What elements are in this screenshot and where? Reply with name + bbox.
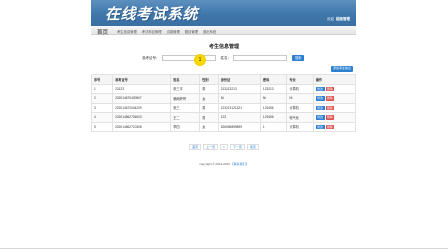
delete-button[interactable]: 删除	[325, 115, 335, 120]
cell-major: 计算机	[286, 102, 314, 113]
table-row: 4 202014662706003 王二 男 123 123456 电气化 修改…	[90, 112, 357, 123]
copyright-text: copyright © 2013-2019	[199, 162, 231, 166]
nav-home[interactable]: 首页	[97, 28, 108, 36]
nav-item-papers[interactable]: 试卷管理	[167, 29, 180, 34]
app-title: 在线考试系统	[105, 5, 199, 23]
cell-gender: 男	[199, 102, 219, 113]
col-header-major: 专业	[286, 74, 314, 85]
nav-item-students[interactable]: 考生信息管理	[117, 29, 137, 34]
cell-name: 张三	[170, 102, 201, 113]
table-header-row: 序号 准考证号 姓名 性别 身份证 密码 专业 操作	[90, 74, 357, 85]
delete-button[interactable]: 删除	[325, 86, 335, 91]
cell-exam-id: 202014670004209	[112, 102, 172, 113]
cell-exam-id: 23123	[112, 83, 172, 94]
col-header-id-card: 身份证	[217, 74, 261, 85]
cell-exam-id: 202014670430507	[112, 93, 172, 104]
pager-prev[interactable]: 上一页	[203, 144, 219, 150]
cell-actions: 修改 删除	[312, 93, 357, 104]
col-header-name: 姓名	[170, 74, 201, 85]
cell-index: 4	[90, 112, 114, 123]
edit-button[interactable]: 修改	[315, 86, 325, 91]
nav-item-logout[interactable]: 退出系统	[203, 29, 216, 34]
cell-id-card: 123	[217, 112, 261, 123]
edit-button[interactable]: 修改	[315, 105, 325, 110]
cell-actions: 修改 删除	[312, 83, 357, 94]
pager-current-page[interactable]: 1	[220, 144, 228, 150]
nav-item-questions[interactable]: 题目管理	[185, 29, 198, 34]
edit-button[interactable]: 修改	[315, 115, 325, 120]
cell-exam-id: 202014662710308	[112, 121, 172, 132]
cell-password: 123456	[259, 102, 288, 113]
name-label: 姓名：	[220, 55, 232, 60]
page-title: 考生信息管理	[208, 44, 239, 50]
pagination: 首页 上一页 1 下一页 尾页	[0, 144, 448, 150]
cell-index: 3	[90, 102, 114, 113]
delete-button[interactable]: 删除	[325, 96, 335, 101]
user-info: 欢迎 超级管理	[327, 17, 350, 22]
table-row: 1 23123 张三丰 男 213213213 123213 计算机 修改 删除	[90, 83, 357, 94]
cell-gender: 男	[199, 83, 219, 94]
cell-password: Ni	[259, 93, 288, 104]
cell-id-card: 213213213	[217, 83, 261, 94]
table-row: 2 202014670430507 赖雨婷哥 女 Ni Ni Ni 修改 删除	[90, 93, 357, 104]
cell-name: 李四	[170, 121, 201, 132]
col-header-exam-id: 准考证号	[112, 74, 172, 85]
col-header-actions: 操作	[312, 74, 357, 85]
add-student-button[interactable]: 添加考生信息	[331, 66, 354, 72]
contact-link[interactable]: 【联系我们】	[231, 162, 249, 166]
cell-id-card: Ni	[217, 93, 261, 104]
students-table: 序号 准考证号 姓名 性别 身份证 密码 专业 操作 1 23123 张三丰 男…	[90, 74, 357, 132]
user-name[interactable]: 超级管理	[336, 17, 350, 21]
cell-actions: 修改 删除	[312, 121, 357, 132]
bottom-divider	[0, 248, 448, 249]
edit-button[interactable]: 修改	[315, 96, 325, 101]
cell-exam-id: 202014662706003	[112, 112, 172, 123]
cell-major: 计算机	[286, 121, 314, 132]
nav-item-subjects[interactable]: 考试科目管理	[142, 29, 162, 34]
user-greeting: 欢迎	[327, 17, 334, 21]
click-indicator: 1	[194, 54, 206, 66]
cell-gender: 男	[199, 112, 219, 123]
cell-id-card: 123213121321	[217, 102, 261, 113]
cell-actions: 修改 删除	[312, 102, 357, 113]
main-nav: 首页 考生信息管理 考试科目管理 试卷管理 题目管理 退出系统	[91, 26, 356, 36]
search-button[interactable]: 搜索	[292, 55, 305, 61]
table-row: 3 202014670004209 张三 男 123213121321 1234…	[90, 102, 357, 113]
cell-name: 王二	[170, 112, 201, 123]
edit-button[interactable]: 修改	[315, 124, 325, 129]
delete-button[interactable]: 删除	[325, 124, 335, 129]
cell-name: 张三丰	[170, 83, 201, 94]
cell-index: 5	[90, 121, 114, 132]
cell-actions: 修改 删除	[312, 112, 357, 123]
cell-id-card: 526056859899	[217, 121, 261, 132]
exam-id-label: 准考证号：	[142, 55, 160, 60]
cell-major: 电气化	[286, 112, 314, 123]
cell-password: 123213	[259, 83, 288, 94]
cell-password: 123456	[259, 112, 288, 123]
cell-index: 2	[90, 93, 114, 104]
exam-id-input[interactable]	[161, 55, 216, 61]
col-header-index: 序号	[90, 74, 114, 85]
cell-major: 计算机	[286, 83, 314, 94]
cell-name: 赖雨婷哥	[170, 93, 201, 104]
pager-first[interactable]: 首页	[189, 144, 202, 150]
pager-next[interactable]: 下一页	[229, 144, 245, 150]
delete-button[interactable]: 删除	[325, 105, 335, 110]
pager-last[interactable]: 尾页	[246, 144, 259, 150]
header-banner: 在线考试系统 欢迎 超级管理	[91, 0, 356, 26]
nav-menu: 考生信息管理 考试科目管理 试卷管理 题目管理 退出系统	[117, 29, 216, 34]
cell-major: Ni	[286, 93, 314, 104]
name-input[interactable]	[233, 55, 287, 61]
cell-gender: 女	[199, 121, 219, 132]
col-header-gender: 性别	[199, 74, 219, 85]
footer: copyright © 2013-2019 【联系我们】	[0, 162, 448, 166]
col-header-password: 密码	[259, 74, 288, 85]
cell-gender: 女	[199, 93, 219, 104]
table-row: 5 202014662710308 李四 女 526056859899 1 计算…	[90, 121, 357, 132]
cell-index: 1	[90, 83, 114, 94]
cell-password: 1	[259, 121, 288, 132]
search-bar: 准考证号： 姓名： 搜索	[142, 55, 305, 61]
